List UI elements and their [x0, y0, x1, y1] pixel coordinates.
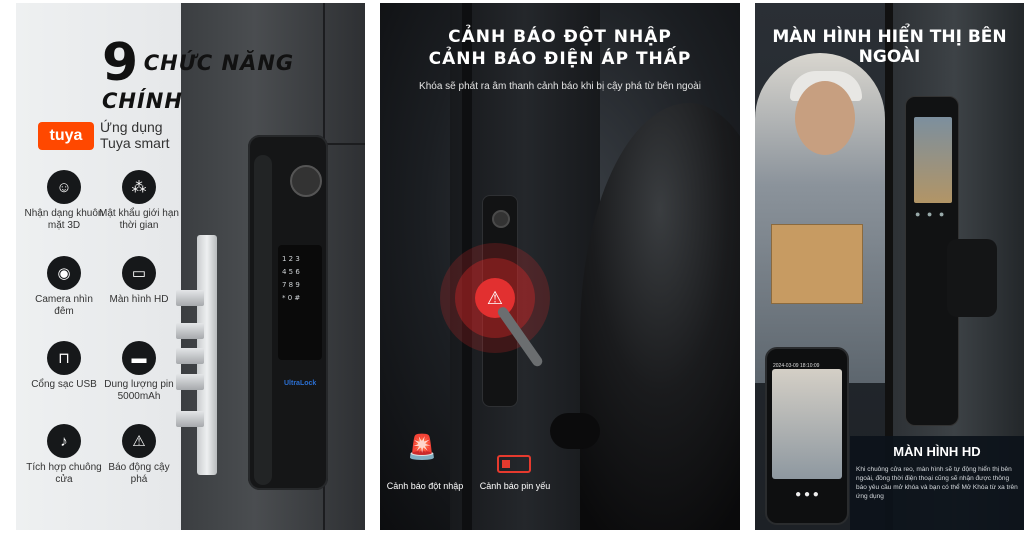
alert-intrusion-label: Cảnh báo đột nhập [386, 481, 464, 491]
smart-lock-image: 1 2 34 5 67 8 9 * 0 # UltraLock [248, 135, 328, 490]
camera-lens [290, 165, 322, 197]
burglar-figure [580, 103, 740, 530]
feature-hd-screen: ▭ Màn hình HD [99, 256, 179, 306]
phone-mockup: 2024-03-09 18:10:09 ● ● ● [765, 347, 849, 525]
lock-bolt [176, 348, 204, 364]
tuya-app-label: Ứng dụng Tuya smart [100, 119, 170, 151]
feature-usb: ⊓ Cổng sạc USB [24, 341, 104, 391]
tuya-logo: tuya [38, 122, 94, 150]
camera-icon: ◉ [47, 256, 81, 290]
feature-tamper-alarm: ⚠ Báo động cậy phá [99, 424, 179, 486]
gloved-hand [550, 413, 600, 449]
lock-bolt [176, 411, 204, 427]
bell-icon: ♪ [47, 424, 81, 458]
delivery-face [795, 81, 855, 155]
low-battery-icon [497, 455, 531, 473]
lock-brand: UltraLock [284, 380, 317, 387]
features-panel: 9 CHỨC NĂNG CHÍNH tuya Ứng dụng Tuya sma… [16, 3, 365, 530]
hd-title: MÀN HÌNH HD [893, 444, 981, 459]
keypad: 1 2 34 5 67 8 9 * 0 # [278, 245, 322, 360]
door-handle [947, 239, 997, 317]
alert-battery-label: Cảnh báo pin yếu [479, 481, 551, 491]
usb-icon: ⊓ [47, 341, 81, 375]
feature-time-password: ⁂ Mật khẩu giới hạn thời gian [99, 170, 179, 232]
password-timer-icon: ⁂ [122, 170, 156, 204]
parcel-box [771, 224, 863, 304]
alarm-subtitle: Khóa sẽ phát ra âm thanh cảnh báo khi bị… [419, 81, 701, 92]
lock-bolt [176, 323, 204, 339]
features-title: 9 CHỨC NĂNG CHÍNH [102, 33, 295, 113]
lock-bolt [176, 290, 204, 306]
external-display-title: MÀN HÌNH HIỂN THỊ BÊN NGOÀI [772, 27, 1007, 67]
alarm-title-2: CẢNH BÁO ĐIỆN ÁP THẤP [428, 49, 692, 69]
hd-screen-info: MÀN HÌNH HD Khi chuông cửa reo, màn hình… [850, 436, 1024, 530]
battery-icon: ▬ [122, 341, 156, 375]
lock-bolt [176, 374, 204, 390]
alarm-title-1: CẢNH BÁO ĐỘT NHẬP [448, 27, 672, 47]
feature-doorbell: ♪ Tích hợp chuông cửa [24, 424, 104, 486]
feature-night-camera: ◉ Camera nhìn đêm [24, 256, 104, 318]
siren-icon: 🚨 [407, 434, 437, 461]
alarm-panel: ⚠ CẢNH BÁO ĐỘT NHẬP CẢNH BÁO ĐIỆN ÁP THẤ… [380, 3, 740, 530]
phone-video [772, 369, 842, 479]
hd-description: Khi chuông cửa reo, màn hình sẽ tự động … [856, 466, 1018, 500]
alarm-icon: ⚠ [122, 424, 156, 458]
face-scan-icon: ☺ [47, 170, 81, 204]
lock-screen [914, 117, 952, 203]
feature-battery: ▬ Dung lượng pin 5000mAh [99, 341, 179, 403]
monitor-icon: ▭ [122, 256, 156, 290]
external-display-panel: ● ● ● MÀN HÌNH HIỂN THỊ BÊN NGOÀI 2024-0… [755, 3, 1024, 530]
feature-face-recognition: ☺ Nhận dạng khuôn mặt 3D [24, 170, 104, 232]
